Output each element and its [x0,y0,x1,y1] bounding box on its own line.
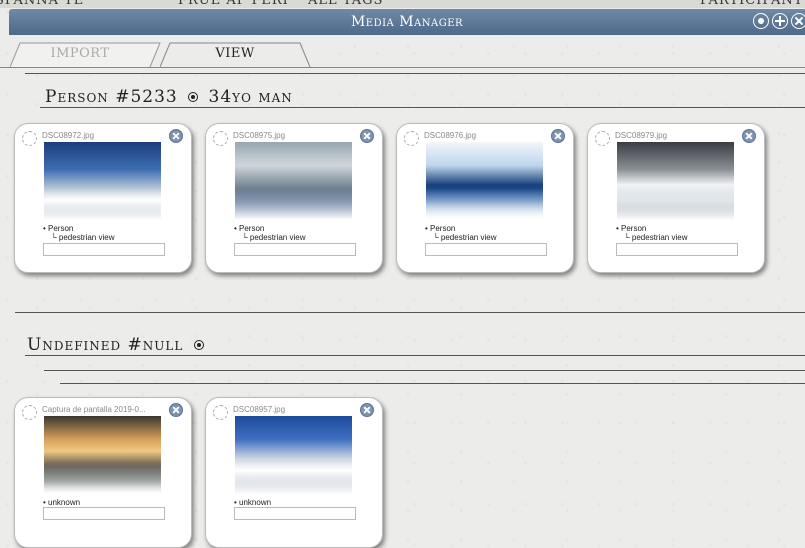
background-text-left: SPANNA TE [0,0,85,8]
window-controls [750,9,805,33]
select-circle-icon[interactable] [213,131,228,146]
tag-input[interactable] [234,507,356,520]
media-filename: DSC08972.jpg [42,131,95,140]
media-subtag: └ pedestrian view [624,233,688,242]
background-text-right: PARTICIPANT [700,0,804,8]
tab-view-label: VIEW [215,46,255,61]
tag-input[interactable] [425,243,547,256]
heading-underline [25,355,805,356]
section-divider [15,312,805,313]
media-subtag: └ pedestrian view [51,233,115,242]
media-filename: DSC08975.jpg [233,131,286,140]
media-filename: Captura de pantalla 2019-0... [42,405,146,414]
close-icon[interactable] [169,129,183,143]
select-circle-icon[interactable] [213,405,228,420]
select-circle-icon[interactable] [22,405,37,420]
tab-view[interactable]: VIEW [160,42,311,68]
background-text-middle: FRUE AP PERI [178,0,289,8]
heading-underline [40,107,805,108]
close-icon[interactable] [742,129,756,143]
tab-bar: IMPORT VIEW [0,42,805,68]
media-card[interactable]: DSC08976.jpg • Person └ pedestrian view [396,123,574,273]
media-tag: • Person [234,224,265,233]
media-tag: • Person [43,224,74,233]
group-heading-subtitle: 34yo man [208,87,293,107]
tag-input[interactable] [234,243,356,256]
select-circle-icon[interactable] [22,131,37,146]
group-heading-person: Person #5233 34yo man [45,87,293,107]
tab-divider [0,67,805,68]
media-filename: DSC08957.jpg [233,405,286,414]
media-card[interactable]: DSC08975.jpg • Person └ pedestrian view [205,123,383,273]
tag-input[interactable] [616,243,738,256]
duck-thumbnail [426,142,543,220]
tag-input[interactable] [43,507,165,520]
tab-import[interactable]: IMPORT [10,42,161,68]
close-icon[interactable] [551,129,565,143]
media-card[interactable]: Captura de pantalla 2019-0... • unknown [14,397,192,548]
background-window-strip: SPANNA TE FRUE AP PERI ALL TAGS PARTICIP… [0,0,805,8]
media-card[interactable]: DSC08972.jpg • Person └ pedestrian view [14,123,192,273]
section-divider [25,73,805,74]
media-card[interactable]: DSC08957.jpg • unknown [205,397,383,548]
target-icon[interactable] [753,13,769,29]
dam-spillway-thumbnail [235,416,352,494]
close-icon[interactable] [360,403,374,417]
tab-import-label: IMPORT [50,46,110,61]
close-icon[interactable] [169,403,183,417]
media-tag: • Person [425,224,456,233]
close-icon[interactable] [360,129,374,143]
media-tag: • unknown [43,498,81,507]
snowy-river-thumbnail [617,142,734,220]
window-title: Media Manager [350,14,464,30]
close-window-icon[interactable] [787,9,805,33]
media-filename: DSC08976.jpg [424,131,477,140]
media-filename: DSC08979.jpg [615,131,668,140]
dam-thumbnail [235,142,352,220]
tag-input[interactable] [43,243,165,256]
group-heading-title: Undefined #null [27,335,184,355]
add-icon[interactable] [772,13,788,29]
media-tag: • Person [616,224,647,233]
title-bar: Media Manager [9,9,805,35]
waterfall-thumbnail [44,142,161,220]
heading-underline-2 [44,370,805,371]
media-card[interactable]: DSC08979.jpg • Person └ pedestrian view [587,123,765,273]
heading-underline-3 [60,383,805,384]
group-heading-title: Person #5233 [45,87,178,107]
radio-dot-icon [188,91,199,102]
media-tag: • unknown [234,498,272,507]
group-heading-undefined: Undefined #null [27,335,208,355]
background-text-tags: ALL TAGS [308,0,384,8]
select-circle-icon[interactable] [404,131,419,146]
select-circle-icon[interactable] [595,131,610,146]
radio-dot-icon [193,339,204,350]
media-subtag: └ pedestrian view [433,233,497,242]
sunset-thumbnail [44,416,161,494]
media-subtag: └ pedestrian view [242,233,306,242]
